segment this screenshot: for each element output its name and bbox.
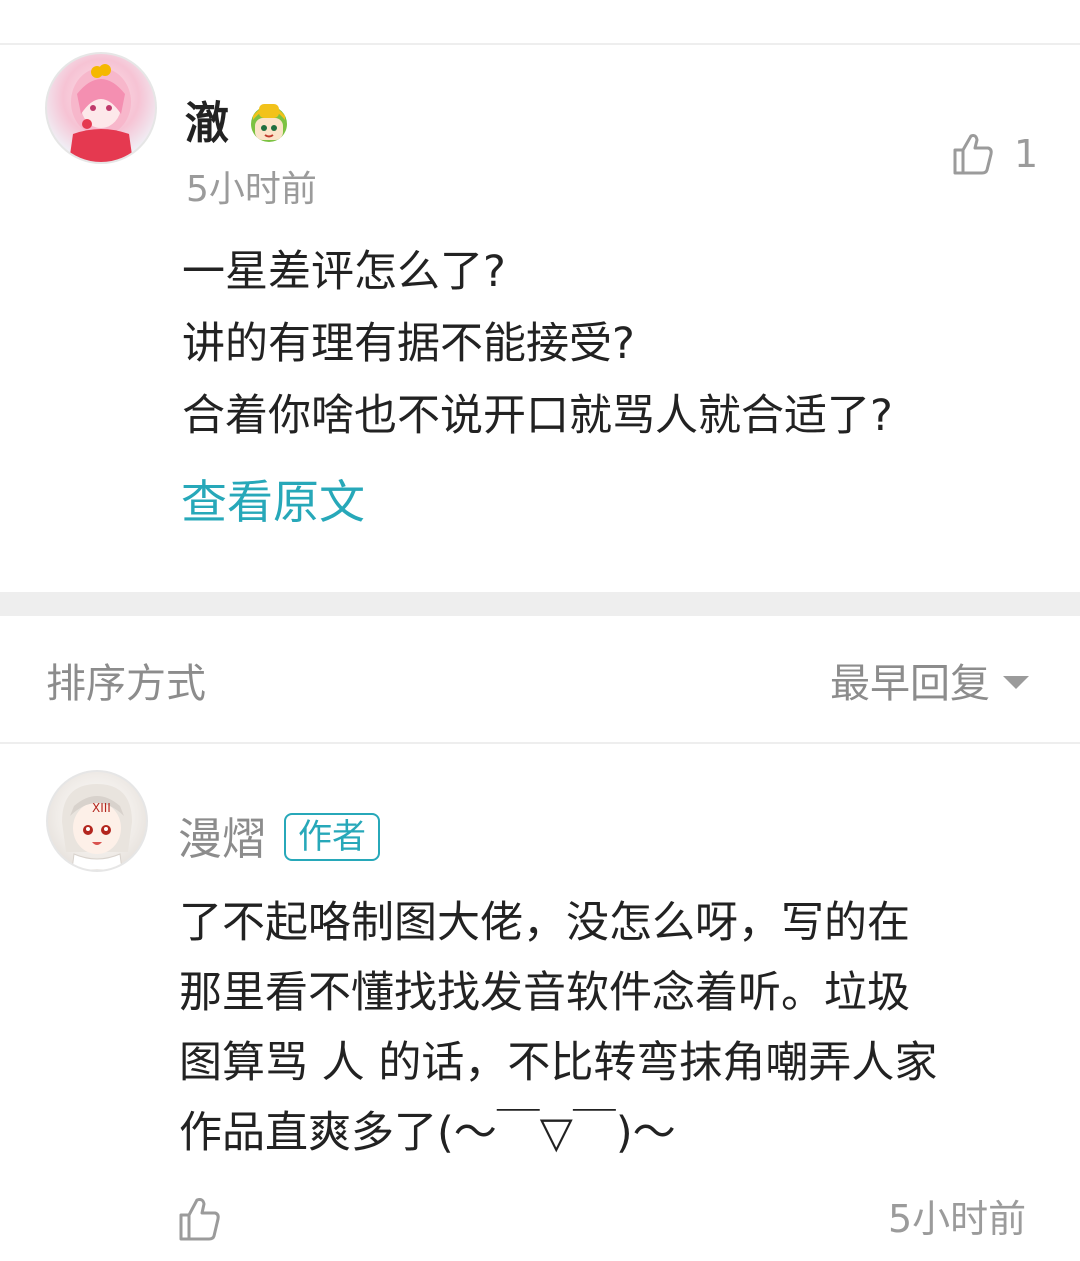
username[interactable]: 澈 (185, 96, 229, 152)
avatar[interactable] (45, 52, 157, 164)
section-separator (0, 592, 1080, 616)
divider (0, 742, 1080, 744)
thumbs-up-icon[interactable] (178, 1196, 222, 1242)
reply-time: 5小时前 (888, 1197, 1027, 1241)
caret-down-icon[interactable] (1003, 676, 1029, 689)
reply-body: 了不起咯制图大佬，没怎么呀，写的在 那里看不懂找找发音软件念着听。垃圾 图算骂 … (179, 888, 1039, 1168)
comment-time: 5小时前 (186, 169, 317, 210)
white-hair-character-avatar-icon: XIII (62, 784, 132, 870)
username[interactable]: 漫熠 (178, 812, 266, 868)
comment-line: 讲的有理有据不能接受? (182, 319, 635, 369)
anime-girl-avatar-icon (69, 64, 133, 162)
comment-line: 一星差评怎么了? (182, 247, 506, 297)
reply-line: 作品直爽多了(～￣▽￣)～ (179, 1108, 676, 1158)
avatar[interactable]: XIII (46, 770, 148, 872)
reply-line: 图算骂 人 的话，不比转弯抹角嘲弄人家 (179, 1038, 938, 1088)
comment-body: 一星差评怎么了? 讲的有理有据不能接受? 合着你啥也不说开口就骂人就合适了? (182, 236, 1042, 452)
sort-label: 排序方式 (46, 661, 206, 707)
reply-line: 那里看不懂找找发音软件念着听。垃圾 (179, 968, 910, 1018)
reply-line: 了不起咯制图大佬，没怎么呀，写的在 (179, 898, 910, 948)
author-badge: 作者 (284, 813, 380, 861)
sort-dropdown[interactable]: 最早回复 (830, 658, 990, 710)
comment-line: 合着你啥也不说开口就骂人就合适了? (182, 391, 893, 441)
svg-text:XIII: XIII (92, 801, 111, 815)
thumbs-up-icon[interactable] (952, 132, 994, 176)
view-original-link[interactable]: 查看原文 (181, 472, 365, 532)
like-count: 1 (1014, 132, 1039, 176)
green-hair-character-badge-icon (245, 98, 293, 146)
sort-bar: 排序方式 最早回复 (0, 616, 1080, 742)
